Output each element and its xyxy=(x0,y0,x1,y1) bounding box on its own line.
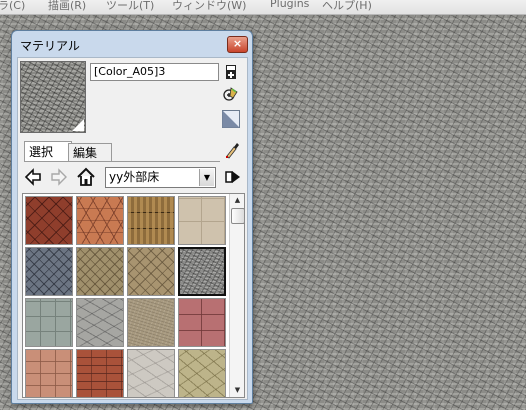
scroll-thumb[interactable] xyxy=(231,208,244,224)
material-swatch-selected[interactable] xyxy=(178,247,226,296)
menu-window[interactable]: ウィンドウ(W) xyxy=(172,0,246,13)
material-swatch[interactable] xyxy=(127,247,175,296)
menu-plugins[interactable]: Plugins xyxy=(270,0,309,10)
material-swatch[interactable] xyxy=(76,196,124,245)
home-icon[interactable] xyxy=(76,167,96,187)
menu-draw[interactable]: 描画(R) xyxy=(48,0,86,13)
preview-corner-icon xyxy=(72,119,84,131)
materials-panel: マテリアル × [Color_A05]3 選択 編集 yy外部床 ▼ ▲ ▼ xyxy=(11,30,253,404)
chevron-down-icon[interactable]: ▼ xyxy=(199,169,214,186)
material-swatch[interactable] xyxy=(25,196,73,245)
eyedropper-icon[interactable] xyxy=(224,141,240,159)
paint-bucket-add-icon[interactable] xyxy=(223,86,239,102)
tab-divider xyxy=(24,161,220,162)
material-swatch[interactable] xyxy=(127,298,175,347)
scroll-down-icon[interactable]: ▼ xyxy=(230,384,244,397)
material-swatch[interactable] xyxy=(76,298,124,347)
collection-dropdown[interactable]: yy外部床 ▼ xyxy=(105,167,216,188)
menu-camera[interactable]: ラ(C) xyxy=(0,0,25,13)
tab-select[interactable]: 選択 xyxy=(24,141,72,162)
material-swatch[interactable] xyxy=(76,349,124,397)
scroll-up-icon[interactable]: ▲ xyxy=(230,194,244,207)
details-arrow-icon[interactable] xyxy=(223,167,243,187)
material-preview[interactable] xyxy=(20,61,86,133)
navigation-row: yy外部床 ▼ xyxy=(18,165,247,189)
default-material-icon[interactable] xyxy=(222,110,240,128)
material-swatch[interactable] xyxy=(178,298,226,347)
material-swatch[interactable] xyxy=(25,298,73,347)
forward-arrow-icon[interactable] xyxy=(49,167,69,187)
create-material-icon[interactable] xyxy=(223,64,239,80)
collection-dropdown-value: yy外部床 xyxy=(109,170,160,184)
panel-titlebar[interactable]: マテリアル × xyxy=(12,31,252,57)
material-swatch[interactable] xyxy=(25,247,73,296)
menu-tools[interactable]: ツール(T) xyxy=(106,0,154,13)
tab-edit[interactable]: 編集 xyxy=(68,143,112,162)
vertical-scrollbar[interactable]: ▲ ▼ xyxy=(229,194,244,397)
material-swatch[interactable] xyxy=(25,349,73,397)
material-swatch[interactable] xyxy=(178,196,226,245)
material-swatch[interactable] xyxy=(76,247,124,296)
panel-body: [Color_A05]3 選択 編集 yy外部床 ▼ ▲ ▼ xyxy=(17,57,248,400)
material-swatch[interactable] xyxy=(127,349,175,397)
material-swatch[interactable] xyxy=(127,196,175,245)
material-name-field[interactable]: [Color_A05]3 xyxy=(90,63,219,81)
menu-help[interactable]: ヘルプ(H) xyxy=(322,0,372,13)
panel-title: マテリアル xyxy=(20,39,80,53)
menu-bar: ラ(C) 描画(R) ツール(T) ウィンドウ(W) Plugins ヘルプ(H… xyxy=(0,0,526,15)
back-arrow-icon[interactable] xyxy=(23,167,43,187)
material-swatch-grid: ▲ ▼ xyxy=(22,193,245,398)
close-button[interactable]: × xyxy=(227,36,248,53)
material-swatch[interactable] xyxy=(178,349,226,397)
